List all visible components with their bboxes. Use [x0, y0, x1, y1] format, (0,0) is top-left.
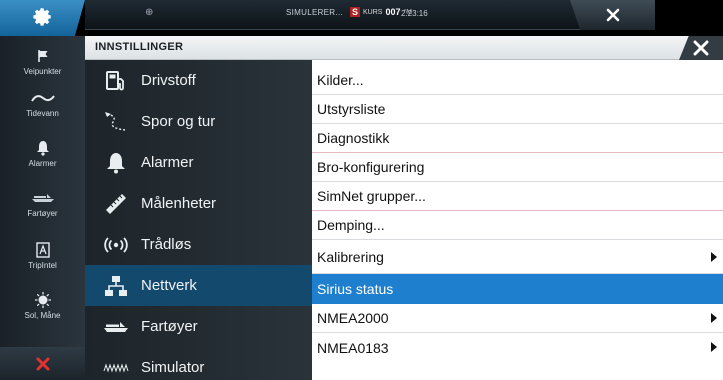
option-label: SimNet grupper...: [317, 188, 426, 204]
option-bro-konfigurering[interactable]: Bro-konfigurering: [312, 153, 723, 182]
nav-label: Sol, Måne: [24, 310, 61, 320]
category-alarmer[interactable]: Alarmer: [85, 142, 312, 183]
ruler-icon: [103, 192, 129, 216]
dialog-header: INNSTILLINGER: [85, 36, 723, 60]
nav-item-sol-mane[interactable]: Sol, Måne: [0, 284, 85, 326]
nav-label: Alarmer: [28, 158, 57, 168]
nav-item-fartoyer[interactable]: Fartøyer: [0, 182, 85, 224]
network-icon: [103, 274, 129, 298]
fuel-icon: [103, 69, 129, 93]
submenu-arrow-icon: [711, 252, 717, 262]
status-strip: ⊕ SIMULERER... S KURS 007 °M 2:23:16: [85, 0, 655, 30]
option-label: Demping...: [317, 217, 385, 233]
vessel-icon: [103, 315, 129, 339]
option-nmea2000[interactable]: NMEA2000: [312, 304, 723, 333]
tide-wave-icon: [30, 89, 55, 107]
category-label: Målenheter: [141, 195, 217, 212]
dialog-title: INNSTILLINGER: [95, 41, 184, 53]
nav-label: Tidevann: [26, 108, 59, 118]
option-label: NMEA0183: [317, 339, 389, 356]
option-sirius-status[interactable]: Sirius status: [312, 274, 723, 304]
gear-icon: [32, 8, 51, 26]
close-icon: [606, 8, 619, 22]
nav-label: TripIntel: [28, 260, 57, 270]
tripintel-icon: [35, 241, 50, 259]
category-tradlos[interactable]: Trådløs: [85, 224, 312, 265]
category-spor-og-tur[interactable]: Spor og tur: [85, 101, 312, 142]
option-diagnostikk[interactable]: Diagnostikk: [312, 124, 723, 153]
option-label: Kilder...: [317, 72, 364, 88]
bell-icon: [103, 151, 129, 175]
track-icon: [103, 110, 129, 134]
settings-categories: Drivstoff Spor og tur Alarmer Målenheter…: [85, 60, 312, 380]
close-icon: [36, 357, 49, 370]
simulating-label: SIMULERER...: [286, 8, 343, 17]
option-simnet-grupper[interactable]: SimNet grupper...: [312, 182, 723, 211]
course-value: 007: [385, 7, 401, 17]
category-nettverk[interactable]: Nettverk: [85, 265, 312, 306]
submenu-arrow-icon: [711, 313, 717, 323]
top-close-button[interactable]: [570, 0, 655, 30]
category-malenheter[interactable]: Målenheter: [85, 183, 312, 224]
wireless-icon: [103, 233, 129, 257]
nav-label: Fartøyer: [27, 208, 58, 218]
category-label: Fartøyer: [141, 318, 198, 335]
clock: 2:23:16: [401, 9, 428, 18]
category-fartoyer[interactable]: Fartøyer: [85, 306, 312, 347]
close-icon: [693, 40, 709, 56]
option-label: Bro-konfigurering: [317, 159, 425, 175]
option-utstyrsliste[interactable]: Utstyrsliste: [312, 95, 723, 124]
option-label: NMEA2000: [317, 310, 389, 326]
option-label: Kalibrering: [317, 248, 384, 265]
sun-moon-icon: [34, 291, 52, 309]
top-bar: ⊕ SIMULERER... S KURS 007 °M 2:23:16: [0, 0, 723, 36]
flag-icon: [36, 47, 50, 65]
category-label: Alarmer: [141, 154, 194, 171]
category-label: Simulator: [141, 359, 205, 376]
category-label: Trådløs: [141, 236, 192, 253]
dialog-close-button[interactable]: [679, 36, 723, 60]
option-kilder[interactable]: Kilder...: [312, 66, 723, 95]
simulator-icon: [103, 356, 129, 380]
option-demping[interactable]: Demping...: [312, 211, 723, 240]
nav-item-veipunkter[interactable]: Veipunkter: [0, 40, 85, 82]
nav-close-button[interactable]: [0, 347, 85, 380]
gps-icon: ⊕: [145, 7, 154, 18]
nav-item-tidevann[interactable]: Tidevann: [0, 82, 85, 124]
nav-label: Veipunkter: [23, 66, 62, 76]
category-simulator[interactable]: Simulator: [85, 347, 312, 380]
category-label: Drivstoff: [141, 72, 196, 89]
option-label: Utstyrsliste: [317, 101, 386, 117]
option-nmea0183[interactable]: NMEA0183: [312, 333, 723, 362]
home-button[interactable]: [0, 0, 85, 36]
vessel-icon: [31, 189, 55, 207]
category-drivstoff[interactable]: Drivstoff: [85, 60, 312, 101]
category-label: Nettverk: [141, 277, 197, 294]
bell-icon: [36, 139, 50, 157]
settings-dialog: INNSTILLINGER Drivstoff Spor og tur Alar…: [85, 36, 723, 380]
submenu-arrow-icon: [711, 342, 717, 352]
option-label: Sirius status: [317, 280, 394, 297]
course-letter: S: [350, 7, 361, 17]
course-label: KURS: [363, 8, 383, 16]
settings-options: Kilder... Utstyrsliste Diagnostikk Bro-k…: [312, 60, 723, 380]
nav-item-tripintel[interactable]: TripIntel: [0, 234, 85, 276]
category-label: Spor og tur: [141, 113, 216, 130]
option-kalibrering[interactable]: Kalibrering: [312, 240, 723, 274]
nav-item-alarmer[interactable]: Alarmer: [0, 132, 85, 174]
left-nav: Veipunkter Tidevann Alarmer Fartøyer Tri…: [0, 36, 85, 380]
option-label: Diagnostikk: [317, 130, 390, 146]
